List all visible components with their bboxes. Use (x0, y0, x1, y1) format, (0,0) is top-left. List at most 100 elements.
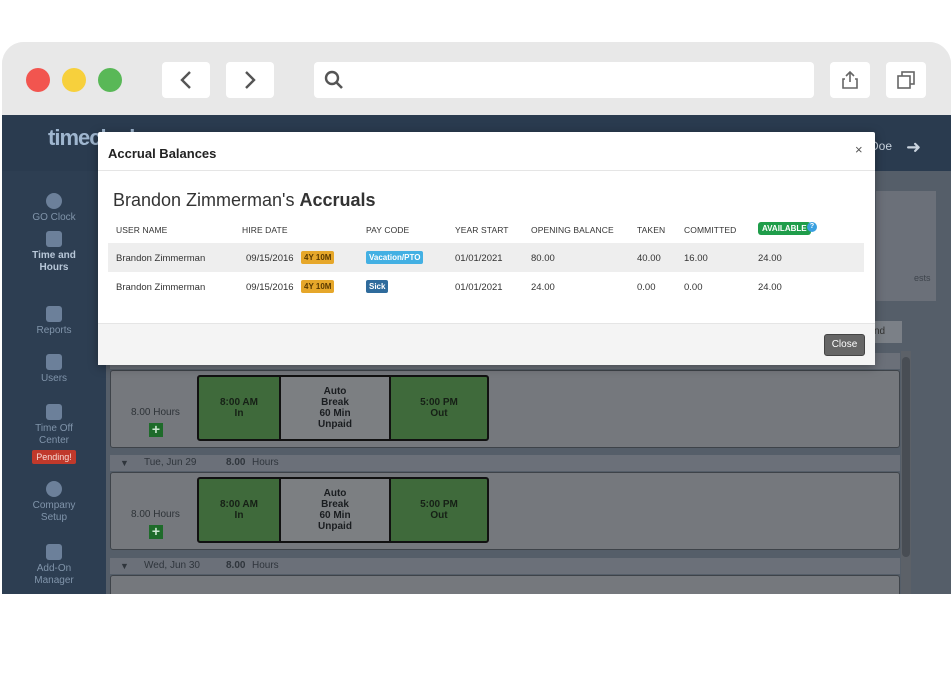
search-icon (324, 70, 343, 89)
add-punch-button[interactable]: + (149, 422, 163, 437)
clock-out-piece[interactable]: 5:00 PM Out (389, 375, 489, 441)
sidebar-item-label: Users (40, 373, 68, 384)
sidebar-item-label: Time Off Center (35, 423, 73, 446)
share-icon (842, 70, 858, 89)
sidebar-item-label: GO Clock (32, 212, 76, 223)
gear-icon (46, 481, 62, 497)
close-window-button[interactable] (26, 68, 50, 92)
tenure-badge: 4Y 10M (301, 251, 335, 264)
sidebar-item-time-and-hours[interactable]: Time and Hours (2, 231, 106, 274)
tenure-badge: 4Y 10M (301, 280, 335, 293)
day-summary: 8.00 Hours (131, 509, 180, 520)
cell-available: 24.00 (758, 253, 782, 264)
tabs-button[interactable] (886, 62, 926, 98)
clock-in-label: In (234, 408, 244, 419)
scrollbar-thumb[interactable] (902, 357, 910, 557)
clock-out-time: 5:00 PM (420, 397, 458, 408)
cell-year-start: 01/01/2021 (455, 253, 503, 264)
column-header-user-name: USER NAME (116, 225, 168, 235)
clock-icon (46, 193, 62, 209)
column-header-available: AVAILABLE (758, 222, 811, 235)
break-line: Break (321, 499, 349, 510)
cell-hire-date: 09/15/2016 (246, 253, 294, 264)
accruals-heading-bold: Accruals (299, 190, 376, 210)
clock-out-label: Out (430, 510, 448, 521)
day-hours-unit: Hours (252, 457, 279, 468)
store-icon (46, 544, 62, 560)
forward-button[interactable] (226, 62, 274, 98)
add-punch-button[interactable]: + (149, 524, 163, 539)
day-hours: 8.00 (226, 457, 246, 468)
modal-title: Accrual Balances (108, 146, 217, 161)
day-date: Tue, Jun 29 (144, 457, 197, 468)
requests-card: ests (876, 191, 936, 301)
cell-committed: 16.00 (684, 253, 708, 264)
sidebar-item-label: Company Setup (32, 500, 76, 523)
clock-in-time: 8:00 AM (220, 499, 258, 510)
cell-opening-balance: 80.00 (531, 253, 555, 264)
day-entry (110, 575, 900, 594)
close-icon[interactable]: × (855, 142, 863, 157)
break-line: Unpaid (318, 419, 352, 430)
cell-user: Brandon Zimmerman (116, 253, 206, 264)
cell-opening-balance: 24.00 (531, 282, 555, 293)
column-header-pay-code: PAY CODE (366, 225, 410, 235)
break-line: Break (321, 397, 349, 408)
sidebar-item-users[interactable]: Users (2, 354, 106, 385)
sidebar: GO Clock Time and Hours Reports Users Ti… (2, 171, 106, 594)
column-header-taken: TAKEN (637, 225, 666, 235)
clock-in-piece[interactable]: 8:00 AM In (197, 375, 281, 441)
sidebar-item-reports[interactable]: Reports (2, 306, 106, 337)
sidebar-item-label: Reports (36, 325, 72, 336)
address-bar[interactable] (314, 62, 814, 98)
break-piece[interactable]: Auto Break 60 Min Unpaid (279, 375, 391, 441)
help-icon[interactable]: ? (807, 222, 817, 232)
cell-committed: 0.00 (684, 282, 703, 293)
puzzle-icon (46, 231, 62, 247)
sidebar-item-label: Add-On Manager (34, 563, 74, 586)
break-line: Auto (323, 488, 347, 499)
clock-out-time: 5:00 PM (420, 499, 458, 510)
day-date: Wed, Jun 30 (144, 560, 200, 571)
column-header-committed: COMMITTED (684, 225, 737, 235)
users-icon (46, 354, 62, 370)
modal-footer: Close (98, 323, 875, 365)
minimize-window-button[interactable] (62, 68, 86, 92)
clock-out-label: Out (430, 408, 448, 419)
share-button[interactable] (830, 62, 870, 98)
logout-icon[interactable]: ➜ (906, 137, 921, 158)
sidebar-item-go-clock[interactable]: GO Clock (2, 193, 106, 224)
clock-in-label: In (234, 510, 244, 521)
day-header[interactable]: ▼ Tue, Jun 29 8.00 Hours (110, 455, 900, 471)
day-header[interactable]: ▼ Wed, Jun 30 8.00 Hours (110, 558, 900, 574)
break-piece[interactable]: Auto Break 60 Min Unpaid (279, 477, 391, 543)
day-summary: 8.00 Hours (131, 407, 180, 418)
chevron-right-icon (245, 71, 256, 89)
close-button[interactable]: Close (824, 334, 865, 356)
tabs-icon (897, 71, 915, 89)
browser-toolbar (2, 42, 951, 115)
requests-card-text: ests (914, 273, 931, 283)
maximize-window-button[interactable] (98, 68, 122, 92)
sidebar-item-time-off-center[interactable]: Time Off Center Pending! (2, 404, 106, 464)
pay-code-badge: Sick (366, 280, 389, 293)
day-hours-unit: Hours (252, 560, 279, 571)
cell-available: 24.00 (758, 282, 782, 293)
cell-year-start: 01/01/2021 (455, 282, 503, 293)
chevron-down-icon: ▼ (120, 561, 129, 571)
table-row: Brandon Zimmerman 09/15/2016 4Y 10M Sick… (108, 272, 864, 301)
cell-taken: 0.00 (637, 282, 656, 293)
clock-out-piece[interactable]: 5:00 PM Out (389, 477, 489, 543)
break-line: 60 Min (319, 408, 351, 419)
break-line: 60 Min (319, 510, 351, 521)
sidebar-item-add-on-manager[interactable]: Add-On Manager (2, 544, 106, 587)
back-button[interactable] (162, 62, 210, 98)
day-hours: 8.00 (226, 560, 246, 571)
day-entry: 8.00 Hours + 8:00 AM In Auto Break 60 Mi… (110, 370, 900, 448)
modal-header: Accrual Balances × (98, 132, 875, 171)
sidebar-item-label: Time and Hours (32, 250, 76, 273)
day-entry: 8.00 Hours + 8:00 AM In Auto Break 60 Mi… (110, 472, 900, 550)
clock-in-piece[interactable]: 8:00 AM In (197, 477, 281, 543)
break-line: Auto (323, 386, 347, 397)
sidebar-item-company-setup[interactable]: Company Setup (2, 481, 106, 524)
